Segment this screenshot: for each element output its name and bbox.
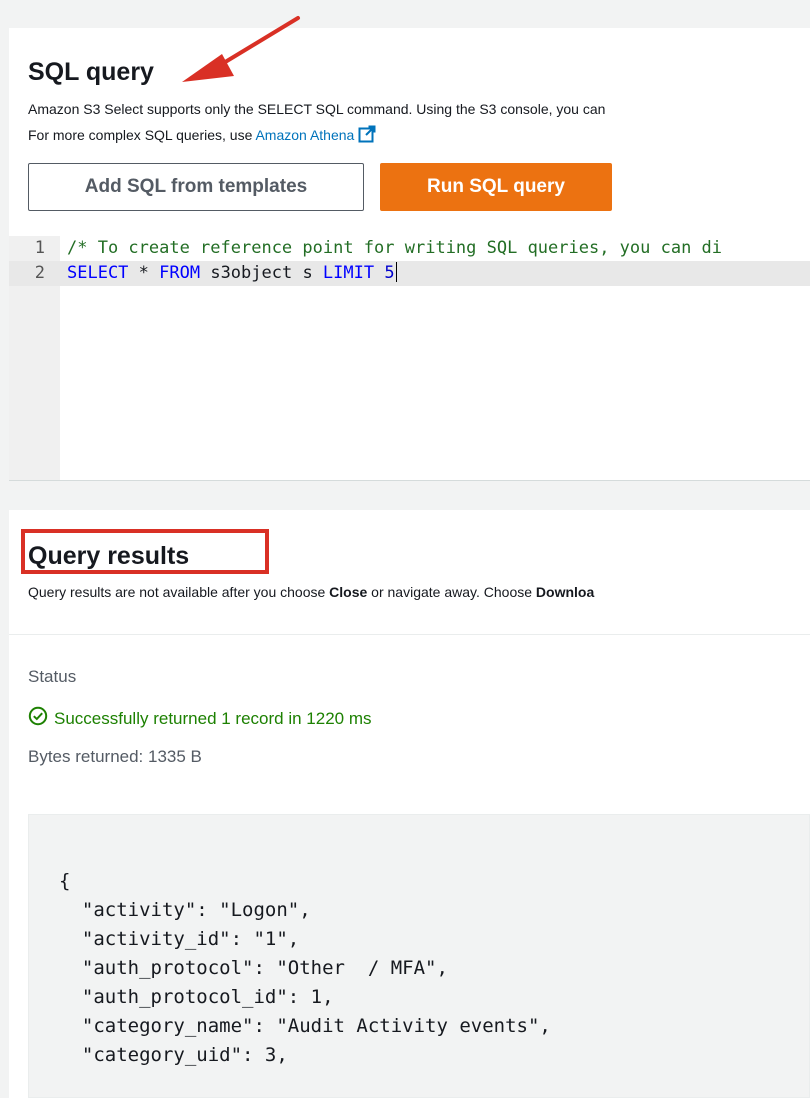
- athena-description-prefix: For more complex SQL queries, use: [28, 127, 256, 143]
- text-cursor: [395, 262, 397, 282]
- query-results-header: Query results Query results are not avai…: [9, 510, 810, 635]
- json-line: "auth_protocol_id": 1,: [59, 986, 334, 1008]
- json-line: "auth_protocol": "Other / MFA",: [59, 957, 448, 979]
- line-number: 1: [34, 238, 45, 258]
- query-results-description: Query results are not available after yo…: [28, 584, 594, 600]
- json-line: "category_uid": 3,: [59, 1044, 288, 1066]
- download-word: Downloa: [535, 584, 595, 600]
- editor-line[interactable]: 1 /* To create reference point for writi…: [9, 236, 810, 261]
- run-sql-query-button[interactable]: Run SQL query: [380, 163, 612, 211]
- sql-limit-value: 5: [384, 263, 395, 283]
- annotation-highlight-box: [21, 529, 269, 574]
- s3-select-page: SQL query Amazon S3 Select supports only…: [0, 0, 810, 1098]
- line-number: 2: [34, 263, 45, 283]
- amazon-athena-link[interactable]: Amazon Athena: [255, 127, 354, 143]
- json-line: {: [59, 870, 71, 892]
- check-circle-icon: [28, 706, 54, 731]
- sql-table: s3object s: [200, 263, 323, 283]
- sql-comment: /* To create reference point for writing…: [67, 238, 723, 258]
- close-word: Close: [329, 584, 368, 600]
- status-message: Successfully returned 1 record in 1220 m…: [54, 708, 372, 728]
- sql-keyword-limit: LIMIT: [322, 263, 375, 283]
- sql-editor[interactable]: 1 /* To create reference point for writi…: [9, 236, 810, 480]
- external-link-icon[interactable]: [358, 125, 376, 146]
- json-line: "activity_id": "1",: [59, 928, 300, 950]
- json-line: "category_name": "Audit Activity events"…: [59, 1015, 551, 1037]
- results-desc-prefix: Query results are not available after yo…: [28, 584, 330, 600]
- sql-keyword-from: FROM: [159, 263, 201, 283]
- annotation-arrow-icon: [182, 16, 300, 82]
- results-desc-middle: or navigate away. Choose: [367, 584, 536, 600]
- sql-statement: SELECT * FROM s3object s LIMIT 5: [67, 261, 397, 286]
- sql-keyword-select: SELECT: [67, 263, 129, 283]
- json-line: "activity": "Logon",: [59, 899, 311, 921]
- editor-line-active[interactable]: 2 SELECT * FROM s3object s LIMIT 5: [9, 261, 810, 286]
- json-results-box[interactable]: { "activity": "Logon", "activity_id": "1…: [28, 814, 810, 1098]
- bytes-returned: Bytes returned: 1335 B: [28, 747, 202, 766]
- query-results-panel: Query results Query results are not avai…: [9, 510, 810, 1098]
- sql-query-description-athena: For more complex SQL queries, use Amazon…: [28, 125, 376, 146]
- add-sql-from-templates-button[interactable]: Add SQL from templates: [28, 163, 364, 211]
- sql-space: [374, 263, 384, 283]
- status-label: Status: [28, 667, 77, 686]
- sql-star: *: [128, 263, 160, 283]
- status-success: Successfully returned 1 record in 1220 m…: [28, 706, 372, 731]
